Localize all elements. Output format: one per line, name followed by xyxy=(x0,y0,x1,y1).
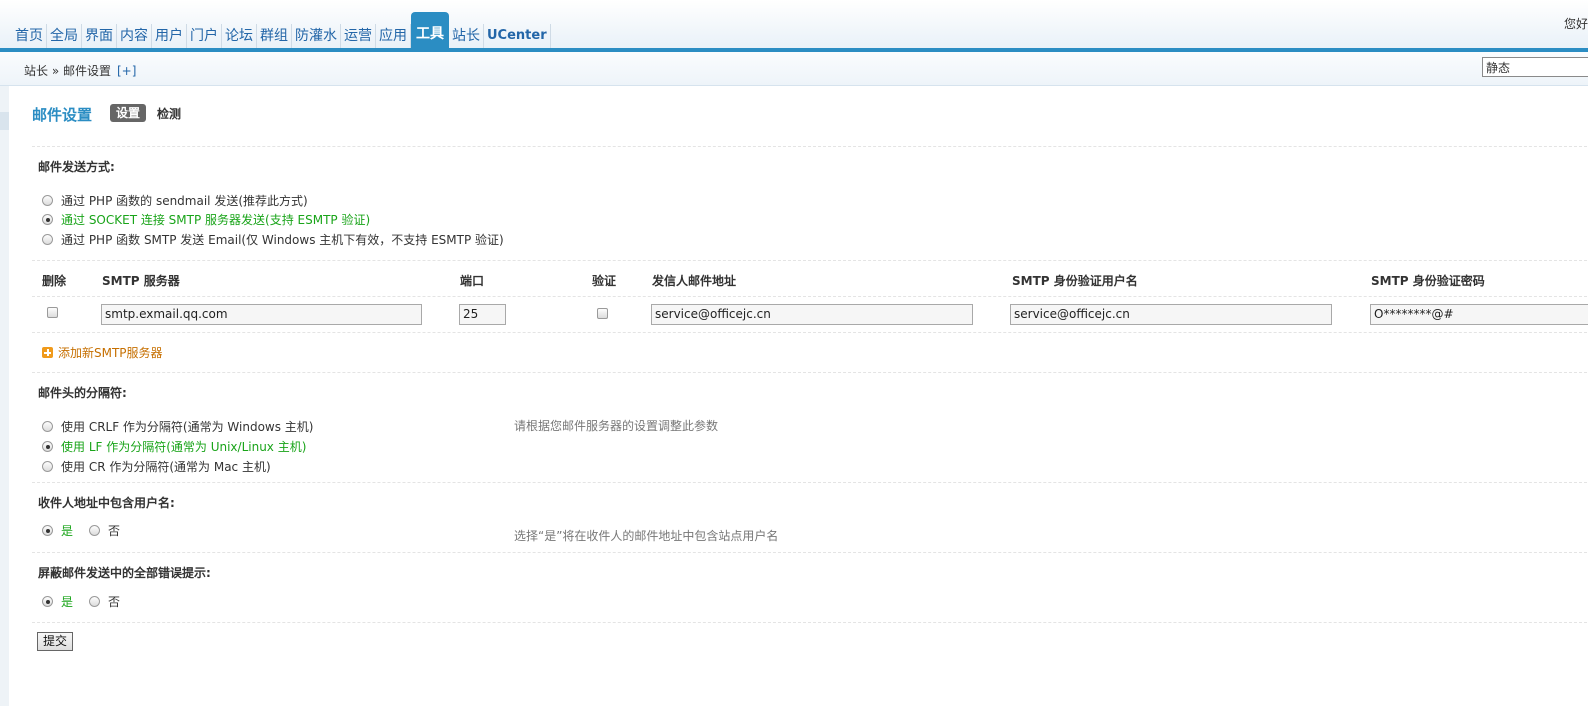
suppress-errors-yes[interactable]: 是 xyxy=(42,593,73,610)
nav-item-global[interactable]: 全局 xyxy=(47,24,82,48)
add-smtp-label: 添加新SMTP服务器 xyxy=(58,346,163,360)
divider xyxy=(32,260,1588,261)
add-shortcut-link[interactable]: [+] xyxy=(117,64,136,78)
radio-include-no[interactable] xyxy=(89,525,100,536)
nav-item-interface[interactable]: 界面 xyxy=(82,24,117,48)
smtp-password-input[interactable]: O********@# xyxy=(1370,304,1588,325)
sidebar-gutter xyxy=(0,86,9,706)
nav-item-users[interactable]: 用户 xyxy=(152,24,187,48)
divider xyxy=(32,296,1588,297)
option-label: 通过 PHP 函数的 sendmail 发送(推荐此方式) xyxy=(61,194,308,208)
yes-label: 是 xyxy=(61,524,74,538)
nav-item-apps[interactable]: 应用 xyxy=(376,24,411,48)
include-username-no[interactable]: 否 xyxy=(89,522,120,539)
radio-suppress-yes[interactable] xyxy=(42,596,53,607)
no-label: 否 xyxy=(108,595,121,609)
send-method-option-sendmail[interactable]: 通过 PHP 函数的 sendmail 发送(推荐此方式) xyxy=(42,192,308,209)
include-username-title: 收件人地址中包含用户名: xyxy=(38,496,175,510)
col-header-port: 端口 xyxy=(460,274,485,288)
nav-item-groups[interactable]: 群组 xyxy=(257,24,292,48)
nav-item-forum[interactable]: 论坛 xyxy=(222,24,257,48)
breadcrumb: 站长 » 邮件设置 [+] xyxy=(24,62,136,79)
send-method-option-socket[interactable]: 通过 SOCKET 连接 SMTP 服务器发送(支持 ESMTP 验证) xyxy=(42,211,370,228)
send-method-title: 邮件发送方式: xyxy=(38,160,115,174)
nav-item-tools[interactable]: 工具 xyxy=(411,12,449,48)
yes-label: 是 xyxy=(61,595,74,609)
radio-crlf[interactable] xyxy=(42,421,53,432)
col-header-user: SMTP 身份验证用户名 xyxy=(1012,274,1138,288)
col-header-server: SMTP 服务器 xyxy=(102,274,180,288)
separator-option-lf[interactable]: 使用 LF 作为分隔符(通常为 Unix/Linux 主机) xyxy=(42,438,306,455)
divider xyxy=(32,146,1588,147)
option-label: 使用 CRLF 作为分隔符(通常为 Windows 主机) xyxy=(61,420,314,434)
suppress-errors-no[interactable]: 否 xyxy=(89,593,120,610)
mode-select[interactable]: 静态 xyxy=(1482,57,1588,77)
radio-include-yes[interactable] xyxy=(42,525,53,536)
radio-sendmail[interactable] xyxy=(42,195,53,206)
separator-hint: 请根据您邮件服务器的设置调整此参数 xyxy=(514,419,719,433)
col-header-from: 发信人邮件地址 xyxy=(652,274,737,288)
nav-item-admin[interactable]: 站长 xyxy=(449,24,484,48)
tab-check[interactable]: 检测 xyxy=(157,105,181,122)
col-header-auth: 验证 xyxy=(592,274,617,288)
submit-button[interactable]: 提交 xyxy=(37,632,73,651)
add-smtp-server-button[interactable]: 添加新SMTP服务器 xyxy=(42,344,163,361)
auth-checkbox[interactable] xyxy=(597,308,608,319)
radio-lf[interactable] xyxy=(42,441,53,452)
send-method-option-php-smtp[interactable]: 通过 PHP 函数 SMTP 发送 Email(仅 Windows 主机下有效，… xyxy=(42,231,504,248)
delete-checkbox[interactable] xyxy=(47,307,58,318)
smtp-port-input[interactable]: 25 xyxy=(459,304,506,325)
nav-item-home[interactable]: 首页 xyxy=(12,24,47,48)
separator-option-crlf[interactable]: 使用 CRLF 作为分隔符(通常为 Windows 主机) xyxy=(42,418,314,435)
divider xyxy=(32,332,1588,333)
suppress-errors-title: 屏蔽邮件发送中的全部错误提示: xyxy=(38,566,211,580)
col-header-password: SMTP 身份验证密码 xyxy=(1371,274,1485,288)
smtp-user-input[interactable]: service@officejc.cn xyxy=(1010,304,1332,325)
nav-item-portal[interactable]: 门户 xyxy=(187,24,222,48)
breadcrumb-text: 站长 » 邮件设置 xyxy=(24,64,111,78)
include-username-hint: 选择“是”将在收件人的邮件地址中包含站点用户名 xyxy=(514,529,779,543)
smtp-server-input[interactable]: smtp.exmail.qq.com xyxy=(101,304,422,325)
nav-item-content[interactable]: 内容 xyxy=(117,24,152,48)
radio-cr[interactable] xyxy=(42,461,53,472)
radio-php-smtp[interactable] xyxy=(42,234,53,245)
divider xyxy=(32,622,1588,623)
nav-item-antispam[interactable]: 防灌水 xyxy=(292,24,341,48)
from-address-input[interactable]: service@officejc.cn xyxy=(651,304,973,325)
page-title: 邮件设置 xyxy=(32,106,93,124)
sidebar-toggle[interactable] xyxy=(0,112,9,130)
breadcrumb-bar: 站长 » 邮件设置 [+] xyxy=(0,52,1588,86)
option-label: 使用 CR 作为分隔符(通常为 Mac 主机) xyxy=(61,460,271,474)
plus-icon xyxy=(42,347,53,358)
no-label: 否 xyxy=(108,524,121,538)
radio-socket[interactable] xyxy=(42,214,53,225)
divider xyxy=(32,552,1588,553)
option-label: 通过 SOCKET 连接 SMTP 服务器发送(支持 ESMTP 验证) xyxy=(61,213,371,227)
separator-option-cr[interactable]: 使用 CR 作为分隔符(通常为 Mac 主机) xyxy=(42,458,271,475)
nav-item-operations[interactable]: 运营 xyxy=(341,24,376,48)
top-nav-bar: 首页 全局 界面 内容 用户 门户 论坛 群组 防灌水 运营 应用 工具 站长 … xyxy=(0,0,1588,48)
col-header-delete: 删除 xyxy=(42,274,67,288)
tab-settings[interactable]: 设置 xyxy=(110,104,147,122)
option-label: 通过 PHP 函数 SMTP 发送 Email(仅 Windows 主机下有效，… xyxy=(61,233,504,247)
divider xyxy=(32,482,1588,483)
radio-suppress-no[interactable] xyxy=(89,596,100,607)
user-greeting: 您好 xyxy=(1563,17,1588,31)
option-label: 使用 LF 作为分隔符(通常为 Unix/Linux 主机) xyxy=(61,440,307,454)
nav-item-ucenter[interactable]: UCenter xyxy=(484,24,551,48)
divider xyxy=(32,372,1588,373)
main-nav: 首页 全局 界面 内容 用户 门户 论坛 群组 防灌水 运营 应用 工具 站长 … xyxy=(12,12,551,48)
separator-title: 邮件头的分隔符: xyxy=(38,386,127,400)
include-username-yes[interactable]: 是 xyxy=(42,522,73,539)
